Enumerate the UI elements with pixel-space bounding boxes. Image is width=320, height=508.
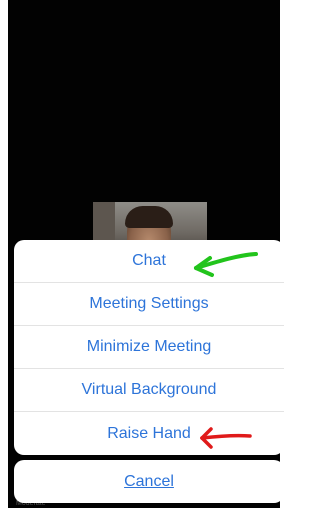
minimize-meeting-menu-item[interactable]: Minimize Meeting [14,326,284,369]
cancel-button[interactable]: Cancel [14,460,284,503]
meeting-settings-menu-item[interactable]: Meeting Settings [14,283,284,326]
participant-hair [125,206,173,228]
virtual-background-menu-item[interactable]: Virtual Background [14,369,284,412]
green-arrow-annotation-icon [194,252,258,277]
red-arrow-annotation-icon [200,427,252,449]
